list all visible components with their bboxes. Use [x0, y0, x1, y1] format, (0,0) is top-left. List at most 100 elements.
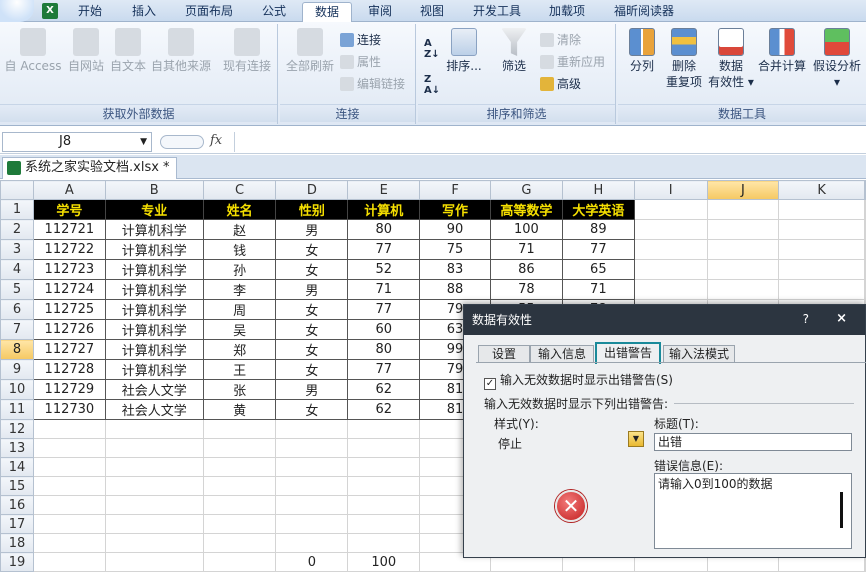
- cell-d14[interactable]: [275, 457, 349, 477]
- properties-button[interactable]: 属性: [340, 54, 381, 70]
- row-header-18[interactable]: 18: [0, 533, 34, 553]
- from-text-button[interactable]: 自文本: [106, 28, 150, 74]
- tab-ime-mode[interactable]: 输入法模式: [663, 345, 735, 363]
- cell-f5[interactable]: 88: [419, 279, 491, 300]
- column-header-g[interactable]: G: [489, 180, 563, 200]
- row-header-11[interactable]: 11: [0, 399, 34, 420]
- column-header-k[interactable]: K: [778, 180, 865, 200]
- cell-b5[interactable]: 计算机科学: [104, 279, 204, 300]
- cell-e17[interactable]: [347, 514, 421, 534]
- cell-g5[interactable]: 78: [489, 279, 563, 300]
- cell-k2[interactable]: [778, 219, 865, 240]
- insert-function-icon[interactable]: fx: [210, 133, 222, 148]
- column-header-h[interactable]: H: [561, 180, 635, 200]
- column-header-f[interactable]: F: [419, 180, 491, 200]
- cell-a19[interactable]: [32, 552, 106, 572]
- formula-input[interactable]: [234, 132, 864, 152]
- column-header-i[interactable]: I: [633, 180, 708, 200]
- cell-e3[interactable]: 77: [347, 239, 421, 260]
- edit-links-button[interactable]: 编辑链接: [340, 76, 405, 92]
- cell-c1[interactable]: 姓名: [202, 199, 277, 220]
- from-web-button[interactable]: 自网站: [64, 28, 108, 74]
- file-button[interactable]: [0, 0, 34, 22]
- cell-h3[interactable]: 77: [561, 239, 635, 260]
- cell-b19[interactable]: [104, 552, 204, 572]
- cell-f2[interactable]: 90: [419, 219, 491, 240]
- cell-g3[interactable]: 71: [489, 239, 563, 260]
- tab-home[interactable]: 开始: [68, 2, 112, 22]
- cell-e4[interactable]: 52: [347, 259, 421, 280]
- cell-j2[interactable]: [706, 219, 780, 240]
- show-alert-checkbox[interactable]: ✓ 输入无效数据时显示出错警告(S): [484, 371, 673, 390]
- cell-d17[interactable]: [275, 514, 349, 534]
- cell-d15[interactable]: [275, 476, 349, 496]
- cell-h1[interactable]: 大学英语: [561, 199, 635, 220]
- cell-e5[interactable]: 71: [347, 279, 421, 300]
- cell-d10[interactable]: 男: [275, 379, 349, 400]
- cell-d8[interactable]: 女: [275, 339, 349, 360]
- cell-e16[interactable]: [347, 495, 421, 515]
- tab-formulas[interactable]: 公式: [252, 2, 296, 22]
- cell-a15[interactable]: [32, 476, 106, 496]
- cell-b14[interactable]: [104, 457, 204, 477]
- column-header-a[interactable]: A: [32, 180, 106, 200]
- cell-b16[interactable]: [104, 495, 204, 515]
- cell-h2[interactable]: 89: [561, 219, 635, 240]
- cell-j4[interactable]: [706, 259, 780, 280]
- cell-d2[interactable]: 男: [275, 219, 349, 240]
- tab-data[interactable]: 数据: [302, 2, 352, 23]
- cell-d18[interactable]: [275, 533, 349, 553]
- tab-insert[interactable]: 插入: [122, 2, 166, 22]
- sort-button[interactable]: 排序...: [444, 28, 484, 74]
- tab-foxit[interactable]: 福昕阅读器: [604, 2, 684, 22]
- cell-c4[interactable]: 孙: [202, 259, 277, 280]
- cell-e15[interactable]: [347, 476, 421, 496]
- cell-e19[interactable]: 100: [347, 552, 421, 572]
- title-input[interactable]: 出错: [654, 433, 852, 451]
- column-header-b[interactable]: B: [104, 180, 204, 200]
- cell-d12[interactable]: [275, 419, 349, 439]
- row-header-13[interactable]: 13: [0, 438, 34, 458]
- cell-b11[interactable]: 社会人文学: [104, 399, 204, 420]
- advanced-button[interactable]: 高级: [540, 76, 581, 92]
- cell-a7[interactable]: 112726: [32, 319, 106, 340]
- cell-b7[interactable]: 计算机科学: [104, 319, 204, 340]
- cell-a2[interactable]: 112721: [32, 219, 106, 240]
- cell-a9[interactable]: 112728: [32, 359, 106, 380]
- cell-j1[interactable]: [706, 199, 780, 220]
- cell-e11[interactable]: 62: [347, 399, 421, 420]
- cell-e13[interactable]: [347, 438, 421, 458]
- from-access-button[interactable]: 自 Access: [2, 28, 64, 74]
- cell-a11[interactable]: 112730: [32, 399, 106, 420]
- row-header-14[interactable]: 14: [0, 457, 34, 477]
- cell-g1[interactable]: 高等数学: [489, 199, 563, 220]
- help-icon[interactable]: ?: [803, 305, 809, 333]
- cell-a13[interactable]: [32, 438, 106, 458]
- cell-b9[interactable]: 计算机科学: [104, 359, 204, 380]
- cell-c6[interactable]: 周: [202, 299, 277, 320]
- row-header-19[interactable]: 19: [0, 552, 34, 572]
- row-header-9[interactable]: 9: [0, 359, 34, 380]
- sort-az-icon[interactable]: A Z↓: [424, 38, 440, 60]
- cell-c19[interactable]: [202, 552, 277, 572]
- remove-duplicates-button[interactable]: 删除 重复项: [664, 28, 704, 90]
- row-header-3[interactable]: 3: [0, 239, 34, 260]
- cell-d16[interactable]: [275, 495, 349, 515]
- cell-b3[interactable]: 计算机科学: [104, 239, 204, 260]
- filter-button[interactable]: 筛选: [494, 28, 534, 74]
- cell-d5[interactable]: 男: [275, 279, 349, 300]
- from-other-sources-button[interactable]: 自其他来源: [148, 28, 214, 74]
- cell-a5[interactable]: 112724: [32, 279, 106, 300]
- cell-b12[interactable]: [104, 419, 204, 439]
- cell-c10[interactable]: 张: [202, 379, 277, 400]
- cell-a1[interactable]: 学号: [32, 199, 106, 220]
- row-header-16[interactable]: 16: [0, 495, 34, 515]
- column-header-c[interactable]: C: [202, 180, 277, 200]
- tab-error-alert[interactable]: 出错警告: [595, 342, 661, 364]
- cell-d9[interactable]: 女: [275, 359, 349, 380]
- cell-b6[interactable]: 计算机科学: [104, 299, 204, 320]
- cell-f3[interactable]: 75: [419, 239, 491, 260]
- cell-a14[interactable]: [32, 457, 106, 477]
- cell-d4[interactable]: 女: [275, 259, 349, 280]
- error-message-textarea[interactable]: 请输入0到100的数据: [654, 473, 852, 549]
